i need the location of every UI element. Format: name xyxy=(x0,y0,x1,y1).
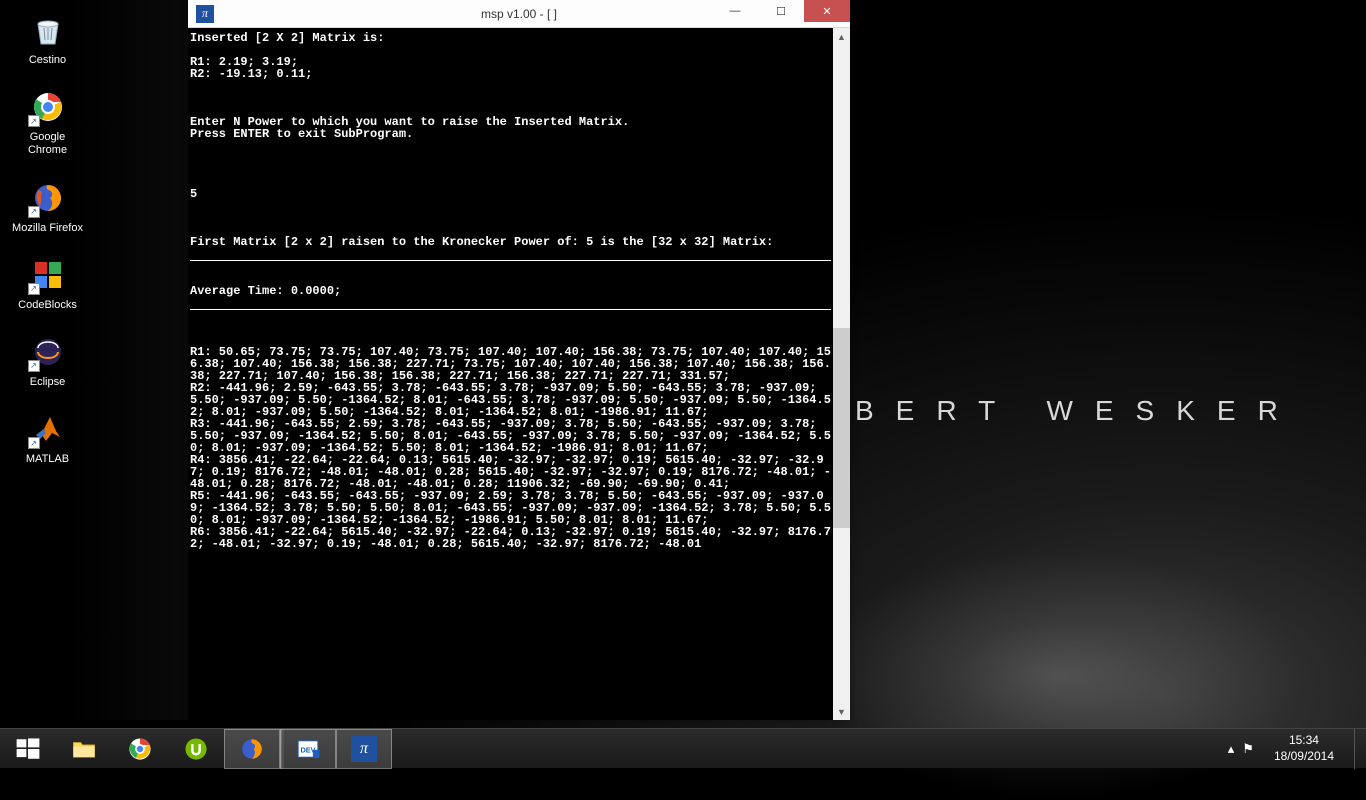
chrome-icon: ↗ xyxy=(28,87,68,127)
pi-icon: π xyxy=(351,736,377,762)
scroll-up-button[interactable]: ▲ xyxy=(833,28,850,45)
folder-icon xyxy=(71,736,97,762)
console-row: R5: -441.96; -643.55; -643.55; -937.09; … xyxy=(190,489,831,527)
scroll-thumb[interactable] xyxy=(833,328,850,528)
desktop-icon-label: Google Chrome xyxy=(10,131,85,157)
divider xyxy=(190,260,831,261)
desktop[interactable]: BERT WESKER Cestino ↗ Google Chrome ↗ Mo… xyxy=(0,0,1366,768)
shortcut-arrow-icon: ↗ xyxy=(28,115,40,127)
tray-chevron-icon[interactable]: ▴ xyxy=(1228,741,1235,757)
console-input-value: 5 xyxy=(190,187,197,201)
desktop-icon-firefox[interactable]: ↗ Mozilla Firefox xyxy=(10,178,85,235)
desktop-icons: Cestino ↗ Google Chrome ↗ Mozilla Firefo… xyxy=(10,10,85,466)
utorrent-icon xyxy=(183,736,209,762)
desktop-icon-cestino[interactable]: Cestino xyxy=(10,10,85,67)
codeblocks-icon: ↗ xyxy=(28,255,68,295)
console-row: R2: -441.96; 2.59; -643.55; 3.78; -643.5… xyxy=(190,381,831,419)
desktop-icon-codeblocks[interactable]: ↗ CodeBlocks xyxy=(10,255,85,312)
console-line: Inserted [2 X 2] Matrix is: xyxy=(190,31,384,45)
window-title: msp v1.00 - [ ] xyxy=(481,7,557,21)
system-tray[interactable]: ▴ ⚑ xyxy=(1228,741,1254,757)
show-desktop-button[interactable] xyxy=(1354,729,1362,769)
vertical-scrollbar[interactable]: ▲ ▼ xyxy=(833,28,850,720)
recycle-bin-icon xyxy=(28,10,68,50)
console-row: R6: 3856.41; -22.64; 5615.40; -32.97; -2… xyxy=(190,525,831,551)
desktop-icon-label: CodeBlocks xyxy=(18,299,77,312)
chrome-icon xyxy=(127,736,153,762)
firefox-icon: ↗ xyxy=(28,178,68,218)
desktop-icon-label: Cestino xyxy=(29,54,66,67)
desktop-icon-label: Mozilla Firefox xyxy=(12,222,83,235)
desktop-icon-chrome[interactable]: ↗ Google Chrome xyxy=(10,87,85,157)
taskbar-item-utorrent[interactable] xyxy=(168,729,224,769)
start-button[interactable] xyxy=(0,729,56,769)
wallpaper-text: BERT WESKER xyxy=(855,395,1300,427)
desktop-icon-label: Eclipse xyxy=(30,376,65,389)
console-line: R2: -19.13; 0.11; xyxy=(190,67,312,81)
shortcut-arrow-icon: ↗ xyxy=(28,437,40,449)
console-output[interactable]: Inserted [2 X 2] Matrix is: R1: 2.19; 3.… xyxy=(188,28,833,720)
window-controls: — ☐ ✕ xyxy=(712,0,850,22)
taskbar-right: ▴ ⚑ 15:34 18/09/2014 xyxy=(1228,729,1366,768)
eclipse-icon: ↗ xyxy=(28,332,68,372)
taskbar-item-chrome[interactable] xyxy=(112,729,168,769)
clock-date: 18/09/2014 xyxy=(1274,749,1334,765)
maximize-button[interactable]: ☐ xyxy=(758,0,804,22)
tray-flag-icon[interactable]: ⚑ xyxy=(1242,741,1254,757)
console-line: Average Time: 0.0000; xyxy=(190,284,341,298)
desktop-icon-label: MATLAB xyxy=(26,453,69,466)
matlab-icon: ↗ xyxy=(28,409,68,449)
desktop-icon-matlab[interactable]: ↗ MATLAB xyxy=(10,409,85,466)
clock-time: 15:34 xyxy=(1274,733,1334,749)
close-button[interactable]: ✕ xyxy=(804,0,850,22)
firefox-icon xyxy=(239,736,265,762)
console-row: R4: 3856.41; -22.64; -22.64; 0.13; 5615.… xyxy=(190,453,831,491)
desktop-icon-eclipse[interactable]: ↗ Eclipse xyxy=(10,332,85,389)
devcpp-icon: DEV xyxy=(295,736,321,762)
shortcut-arrow-icon: ↗ xyxy=(28,206,40,218)
taskbar-clock[interactable]: 15:34 18/09/2014 xyxy=(1266,733,1342,764)
console-row: R3: -441.96; -643.55; 2.59; 3.78; -643.5… xyxy=(190,417,831,455)
taskbar: DEV π ▴ ⚑ 15:34 18/09/2014 xyxy=(0,728,1366,768)
console-area: Inserted [2 X 2] Matrix is: R1: 2.19; 3.… xyxy=(188,28,850,720)
shortcut-arrow-icon: ↗ xyxy=(28,283,40,295)
taskbar-item-file-explorer[interactable] xyxy=(56,729,112,769)
app-icon: π xyxy=(196,5,214,23)
taskbar-item-devcpp[interactable]: DEV xyxy=(280,729,336,769)
taskbar-item-msp[interactable]: π xyxy=(336,729,392,769)
windows-logo-icon xyxy=(15,736,41,762)
app-window: π msp v1.00 - [ ] — ☐ ✕ Inserted [2 X 2]… xyxy=(188,0,850,720)
console-line: Press ENTER to exit SubProgram. xyxy=(190,127,413,141)
console-row: R1: 50.65; 73.75; 73.75; 107.40; 73.75; … xyxy=(190,345,831,383)
titlebar[interactable]: π msp v1.00 - [ ] — ☐ ✕ xyxy=(188,0,850,28)
minimize-button[interactable]: — xyxy=(712,0,758,22)
console-line: First Matrix [2 x 2] raisen to the Krone… xyxy=(190,235,773,249)
taskbar-item-firefox[interactable] xyxy=(224,729,280,769)
taskbar-left: DEV π xyxy=(0,729,392,768)
shortcut-arrow-icon: ↗ xyxy=(28,360,40,372)
scroll-down-button[interactable]: ▼ xyxy=(833,703,850,720)
divider xyxy=(190,309,831,310)
